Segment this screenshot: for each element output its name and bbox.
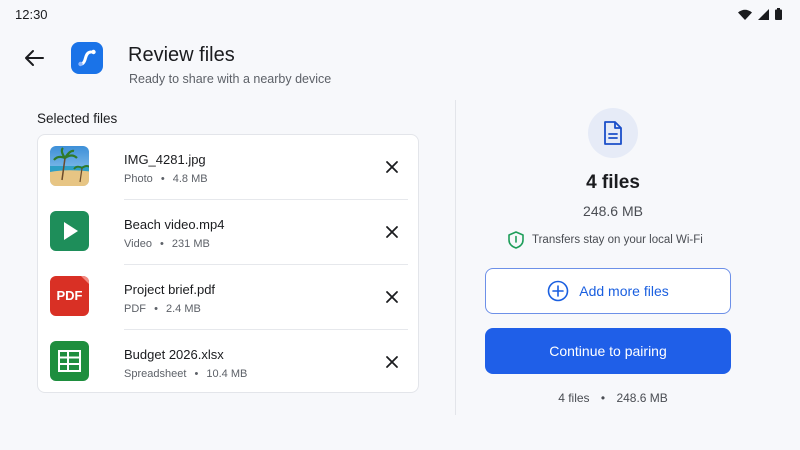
remove-file-button[interactable] (384, 354, 400, 370)
close-icon (386, 226, 398, 238)
photo-thumbnail (50, 146, 89, 186)
file-row-beach-video: Beach video.mp4 Video • 231 MB (38, 200, 418, 265)
file-name: Budget 2026.xlsx (124, 347, 224, 362)
file-row-budget-2026: Budget 2026.xlsx Spreadsheet • 10.4 MB (38, 330, 418, 395)
spreadsheet-icon (50, 341, 89, 381)
video-icon (50, 211, 89, 251)
panel-divider (455, 100, 456, 415)
add-more-files-label: Add more files (579, 283, 669, 299)
meta-separator: • (160, 173, 165, 185)
footer-summary: 4 files • 248.6 MB (456, 391, 770, 405)
footer-separator: • (600, 391, 606, 405)
file-type: PDF (124, 303, 146, 315)
file-size: 2.4 MB (165, 303, 201, 315)
selected-files-list: IMG_4281.jpg Photo • 4.8 MB Beach video.… (37, 134, 419, 393)
status-icons (738, 8, 782, 20)
file-size: 10.4 MB (206, 368, 248, 380)
continue-to-pairing-button[interactable]: Continue to pairing (485, 328, 731, 374)
pdf-icon-label: PDF (56, 288, 83, 303)
close-icon (386, 291, 398, 303)
page-subtitle: Ready to share with a nearby device (129, 72, 332, 86)
add-more-files-button[interactable]: Add more files (485, 268, 731, 314)
shield-icon (508, 231, 524, 249)
file-name: Beach video.mp4 (124, 217, 225, 232)
battery-icon (775, 8, 782, 20)
local-wifi-note-text: Transfers stay on your local Wi-Fi (532, 234, 703, 246)
file-name: IMG_4281.jpg (124, 152, 206, 167)
app-logo-icon (71, 42, 103, 74)
meta-separator: • (160, 238, 164, 250)
remove-file-button[interactable] (384, 159, 400, 175)
file-row-project-brief: PDF Project brief.pdf PDF • 2.4 MB (38, 265, 418, 330)
remove-file-button[interactable] (384, 224, 400, 240)
add-circle-icon (547, 280, 569, 302)
status-time: 12:30 (15, 7, 48, 22)
pdf-icon: PDF (50, 276, 89, 316)
file-meta: Spreadsheet • 10.4 MB (124, 368, 247, 380)
footer-total-size: 248.6 MB (616, 391, 668, 405)
back-button[interactable] (22, 46, 50, 70)
summary-total-size: 248.6 MB (583, 203, 643, 219)
file-meta: Photo • 4.8 MB (124, 173, 208, 185)
meta-separator: • (154, 303, 158, 315)
file-row-img-4281: IMG_4281.jpg Photo • 4.8 MB (38, 135, 418, 200)
summary-file-count: 4 files (586, 172, 640, 193)
page-title: Review files (128, 44, 235, 66)
wifi-icon (738, 9, 752, 20)
arrow-back-icon (25, 50, 44, 66)
meta-separator: • (194, 368, 199, 380)
file-meta: Video • 231 MB (124, 238, 210, 250)
file-type: Photo (124, 173, 153, 185)
file-type: Video (124, 238, 152, 250)
file-name: Project brief.pdf (124, 282, 216, 297)
file-size: 231 MB (171, 238, 210, 250)
local-wifi-note: Transfers stay on your local Wi-Fi (508, 231, 703, 249)
status-bar: 12:30 (0, 0, 800, 28)
file-meta: PDF • 2.4 MB (124, 303, 201, 315)
document-icon (588, 108, 638, 158)
close-icon (386, 161, 398, 173)
file-size: 4.8 MB (172, 173, 208, 185)
close-icon (386, 356, 398, 368)
selected-files-label: Selected files (37, 111, 118, 126)
remove-file-button[interactable] (384, 289, 400, 305)
file-type: Spreadsheet (124, 368, 187, 380)
signal-icon (758, 8, 769, 20)
footer-file-count: 4 files (558, 391, 590, 405)
